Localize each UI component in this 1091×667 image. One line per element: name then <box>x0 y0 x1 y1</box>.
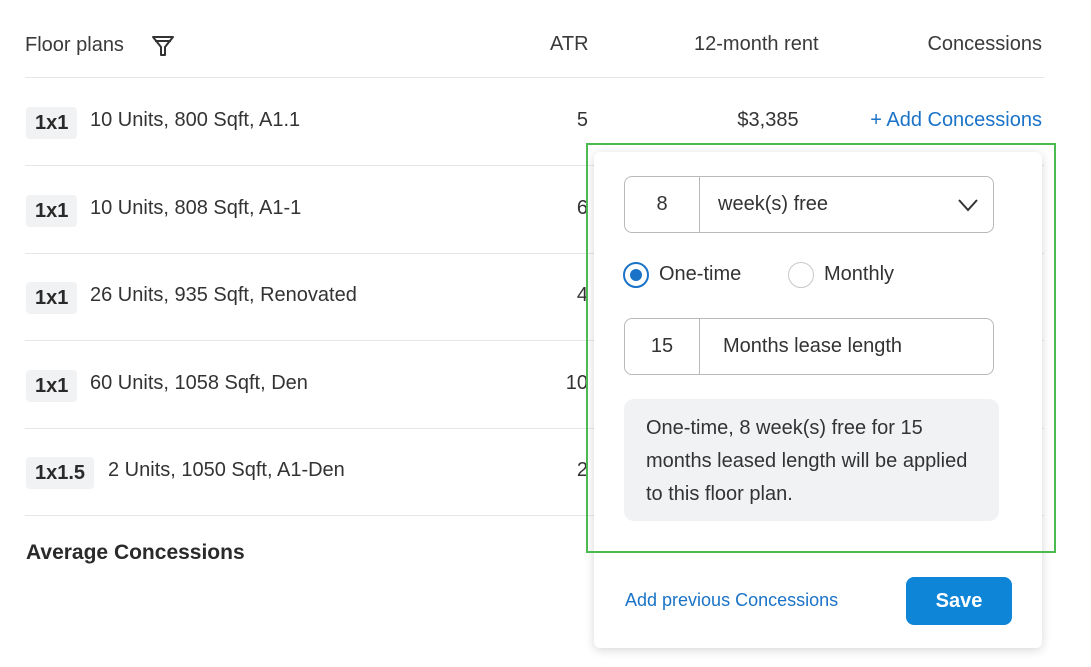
free-unit-select-value[interactable]: week(s) free <box>718 177 828 232</box>
unit-type-badge: 1x1 <box>26 282 78 314</box>
unit-type-badge: 1x1.5 <box>26 457 95 489</box>
concessions-popover: 8 week(s) free One-time Monthly 15 Month… <box>594 152 1042 648</box>
add-concessions-link[interactable]: + Add Concessions <box>870 109 1042 132</box>
floor-plans-header: Floor plans <box>25 34 124 56</box>
atr-value: 5 <box>576 109 588 131</box>
filter-icon[interactable] <box>150 33 176 59</box>
atr-value: 4 <box>576 284 588 306</box>
add-previous-concessions-link[interactable]: Add previous Concessions <box>625 590 838 611</box>
floor-plan-description: 10 Units, 800 Sqft, A1.1 <box>90 109 301 131</box>
radio-monthly-label: Monthly <box>824 263 895 285</box>
radio-selected-icon[interactable] <box>623 262 649 288</box>
unit-type-badge: 1x1 <box>26 370 78 402</box>
chevron-down-icon[interactable] <box>957 195 979 215</box>
table-header: Floor plans ATR 12-month rent Concession… <box>25 0 1044 78</box>
floor-plan-description: 10 Units, 808 Sqft, A1-1 <box>90 197 302 219</box>
radio-one-time-label: One-time <box>659 263 742 285</box>
floor-plan-description: 60 Units, 1058 Sqft, Den <box>90 372 308 394</box>
unit-type-badge: 1x1 <box>26 107 78 139</box>
average-concessions-label: Average Concessions <box>26 541 245 564</box>
atr-value: 10 <box>565 372 588 394</box>
radio-unselected-icon[interactable] <box>788 262 814 288</box>
rent-header: 12-month rent <box>694 33 819 55</box>
lease-length-label: Months lease length <box>723 335 903 357</box>
atr-value: 6 <box>576 197 588 219</box>
free-period-select[interactable]: 8 week(s) free <box>624 176 994 233</box>
free-amount-input[interactable]: 8 <box>625 177 700 232</box>
concessions-header: Concessions <box>927 33 1042 55</box>
floor-plan-description: 26 Units, 935 Sqft, Renovated <box>90 284 357 306</box>
floor-plan-description: 2 Units, 1050 Sqft, A1-Den <box>108 459 345 481</box>
atr-header: ATR <box>550 33 589 55</box>
unit-type-badge: 1x1 <box>26 195 78 227</box>
save-button[interactable]: Save <box>906 577 1012 625</box>
lease-months-input[interactable]: 15 <box>625 319 700 374</box>
lease-length-field[interactable]: 15 Months lease length <box>624 318 994 375</box>
rent-value: $3,385 <box>737 109 799 131</box>
concession-summary: One-time, 8 week(s) free for 15 months l… <box>624 399 999 521</box>
atr-value: 2 <box>576 459 588 481</box>
